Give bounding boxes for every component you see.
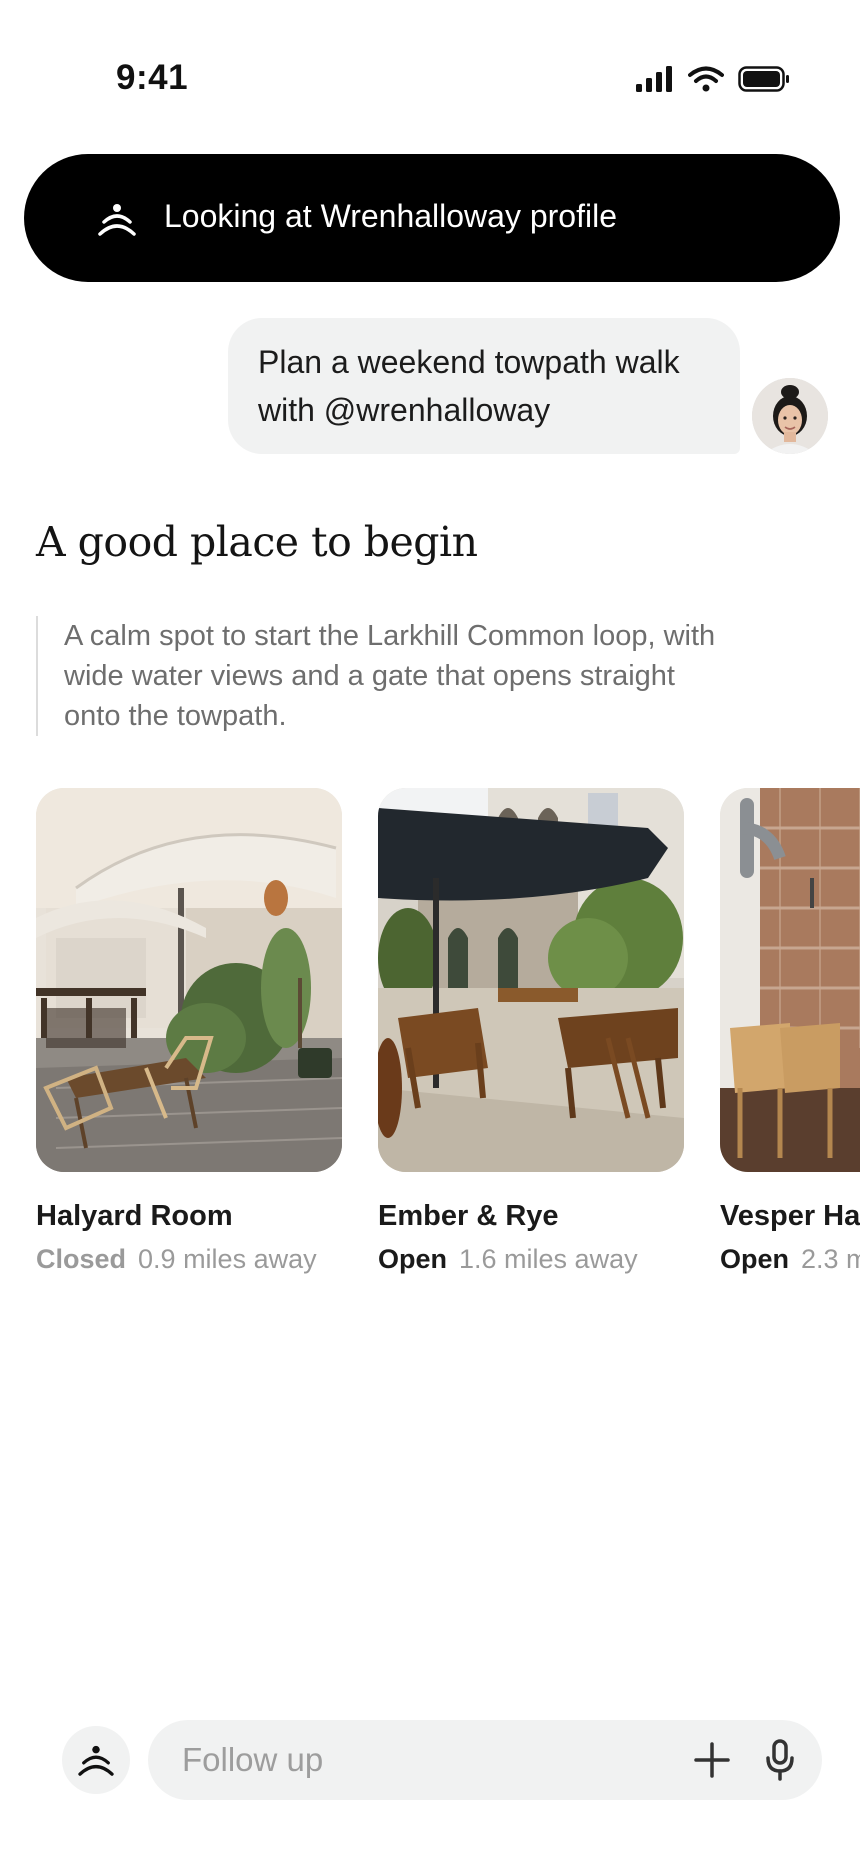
status-bar: 9:41 [0, 0, 860, 150]
place-meta: Open 2.3 m [720, 1244, 860, 1275]
follow-up-field[interactable] [148, 1720, 822, 1800]
cellular-signal-icon [636, 66, 672, 92]
place-name: Vesper Ha [720, 1200, 860, 1232]
plus-icon[interactable] [692, 1740, 732, 1780]
section-title: A good place to begin [36, 518, 478, 566]
microphone-icon[interactable] [764, 1738, 796, 1782]
assistant-icon [98, 204, 136, 236]
place-card[interactable]: Halyard Room Closed 0.9 miles away [36, 788, 342, 1274]
description-text: A calm spot to start the Larkhill Common… [64, 620, 716, 732]
status-icons [636, 66, 790, 92]
place-distance: 0.9 miles away [138, 1244, 317, 1274]
place-card[interactable]: Vesper Ha Open 2.3 m [720, 788, 860, 1274]
place-status: Open [720, 1244, 790, 1274]
description-quote: A calm spot to start the Larkhill Common… [36, 616, 736, 736]
place-meta: Open 1.6 miles away [378, 1244, 638, 1275]
place-distance: 2.3 m [801, 1244, 860, 1274]
context-banner[interactable]: Looking at Wrenhalloway profile [24, 154, 840, 282]
assistant-icon [78, 1745, 114, 1776]
battery-icon [738, 66, 789, 92]
user-message-bubble: Plan a weekend towpath walk with @wrenha… [228, 318, 740, 454]
user-message-text: Plan a weekend towpath walk with @wrenha… [258, 344, 680, 428]
place-meta: Closed 0.9 miles away [36, 1244, 317, 1275]
place-name: Ember & Rye [378, 1200, 559, 1232]
place-distance: 1.6 miles away [459, 1244, 638, 1274]
follow-up-input[interactable] [182, 1734, 662, 1786]
places-carousel[interactable]: Halyard Room Closed 0.9 miles away Ember… [0, 788, 860, 1288]
place-photo [720, 788, 860, 1172]
wifi-icon [688, 66, 724, 92]
status-time: 9:41 [116, 58, 189, 97]
place-photo [378, 788, 684, 1172]
user-avatar[interactable] [752, 378, 828, 454]
place-status: Closed [36, 1244, 127, 1274]
context-text: Looking at Wrenhalloway profile [164, 198, 617, 234]
place-name: Halyard Room [36, 1200, 233, 1232]
place-status: Open [378, 1244, 448, 1274]
place-card[interactable]: Ember & Rye Open 1.6 miles away [378, 788, 684, 1274]
assistant-button[interactable] [62, 1726, 130, 1794]
place-photo [36, 788, 342, 1172]
